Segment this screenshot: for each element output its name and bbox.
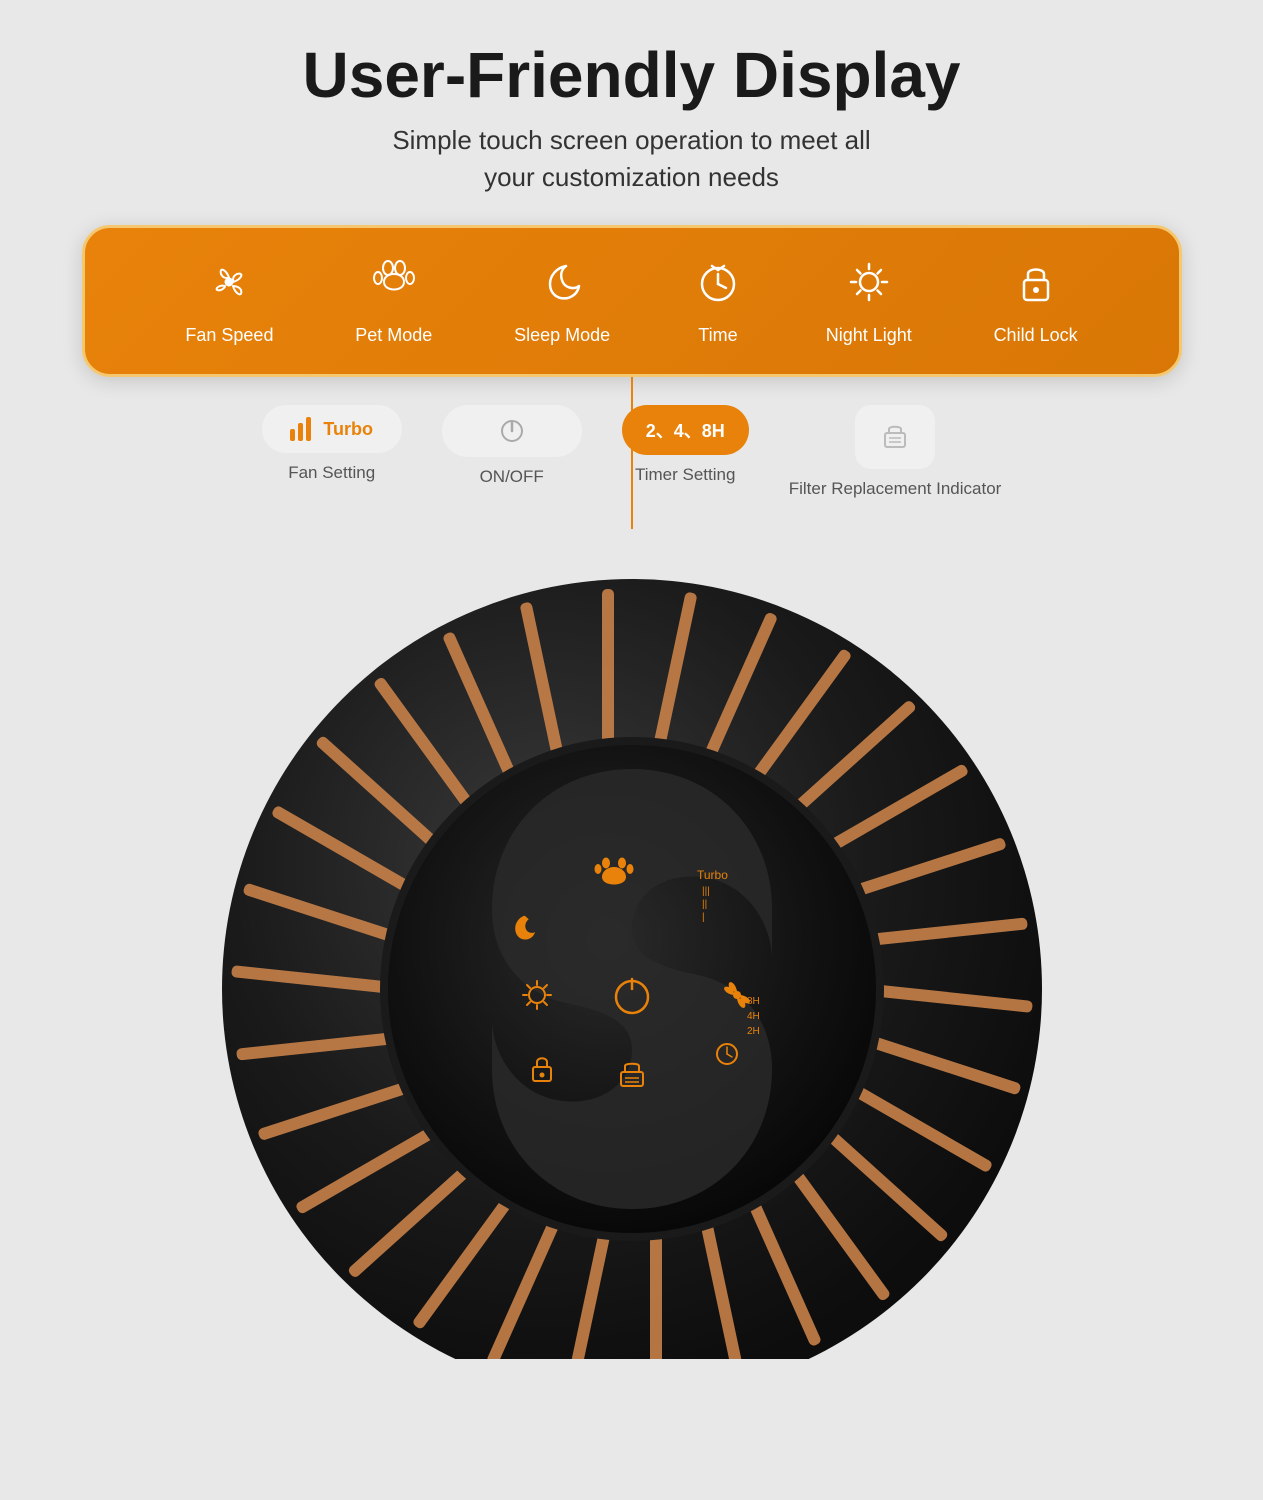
feature-child-lock: Child Lock — [994, 256, 1078, 346]
speed-bars — [290, 417, 311, 441]
power-icon — [498, 417, 526, 445]
svg-text:8H: 8H — [747, 996, 760, 1007]
svg-text:||: || — [702, 899, 707, 910]
child-lock-icon — [1010, 256, 1062, 315]
fan-setting-pill: Turbo — [262, 405, 402, 453]
fan-setting-label: Fan Setting — [288, 463, 375, 483]
time-label: Time — [698, 325, 737, 346]
fan-speed-label: Fan Speed — [185, 325, 273, 346]
controls-wrapper: Turbo Fan Setting ON/OFF 2、4、8H — [82, 405, 1182, 529]
timer-control: 2、4、8H Timer Setting — [622, 405, 749, 499]
turbo-label: Turbo — [323, 419, 373, 440]
night-light-icon — [843, 256, 895, 315]
feature-panel: Fan Speed Pet Mode Sleep Mode — [82, 225, 1182, 377]
child-lock-label: Child Lock — [994, 325, 1078, 346]
feature-pet-mode: Pet Mode — [355, 256, 432, 346]
device-svg: Turbo ||| || | — [182, 539, 1082, 1359]
feature-night-light: Night Light — [826, 256, 912, 346]
filter-pill — [855, 405, 935, 469]
svg-text:|||: ||| — [702, 886, 710, 897]
feature-time: Time — [692, 256, 744, 346]
filter-label: Filter Replacement Indicator — [789, 479, 1002, 499]
svg-text:|: | — [702, 912, 705, 923]
subtitle: Simple touch screen operation to meet al… — [303, 122, 961, 195]
timer-value: 2、4、8H — [646, 421, 725, 441]
main-container: User-Friendly Display Simple touch scree… — [20, 40, 1243, 1359]
fan-setting-control: Turbo Fan Setting — [262, 405, 402, 499]
onoff-label: ON/OFF — [480, 467, 544, 487]
header-section: User-Friendly Display Simple touch scree… — [303, 40, 961, 195]
svg-text:2H: 2H — [747, 1026, 760, 1037]
onoff-pill — [442, 405, 582, 457]
feature-fan-speed: Fan Speed — [185, 256, 273, 346]
filter-icon — [877, 419, 913, 455]
svg-text:Turbo: Turbo — [697, 868, 728, 882]
svg-text:4H: 4H — [747, 1011, 760, 1022]
main-title: User-Friendly Display — [303, 40, 961, 110]
sleep-mode-icon — [536, 256, 588, 315]
feature-sleep-mode: Sleep Mode — [514, 256, 610, 346]
pet-mode-icon — [368, 256, 420, 315]
filter-control: Filter Replacement Indicator — [789, 405, 1002, 499]
timer-pill: 2、4、8H — [622, 405, 749, 455]
onoff-control: ON/OFF — [442, 405, 582, 499]
device-illustration: Turbo ||| || | — [182, 539, 1082, 1359]
timer-label: Timer Setting — [635, 465, 735, 485]
pet-mode-label: Pet Mode — [355, 325, 432, 346]
device-section: Turbo ||| || | — [0, 539, 1263, 1359]
connector-line — [631, 377, 633, 529]
fan-speed-icon — [203, 256, 255, 315]
sleep-mode-label: Sleep Mode — [514, 325, 610, 346]
night-light-label: Night Light — [826, 325, 912, 346]
time-icon — [692, 256, 744, 315]
